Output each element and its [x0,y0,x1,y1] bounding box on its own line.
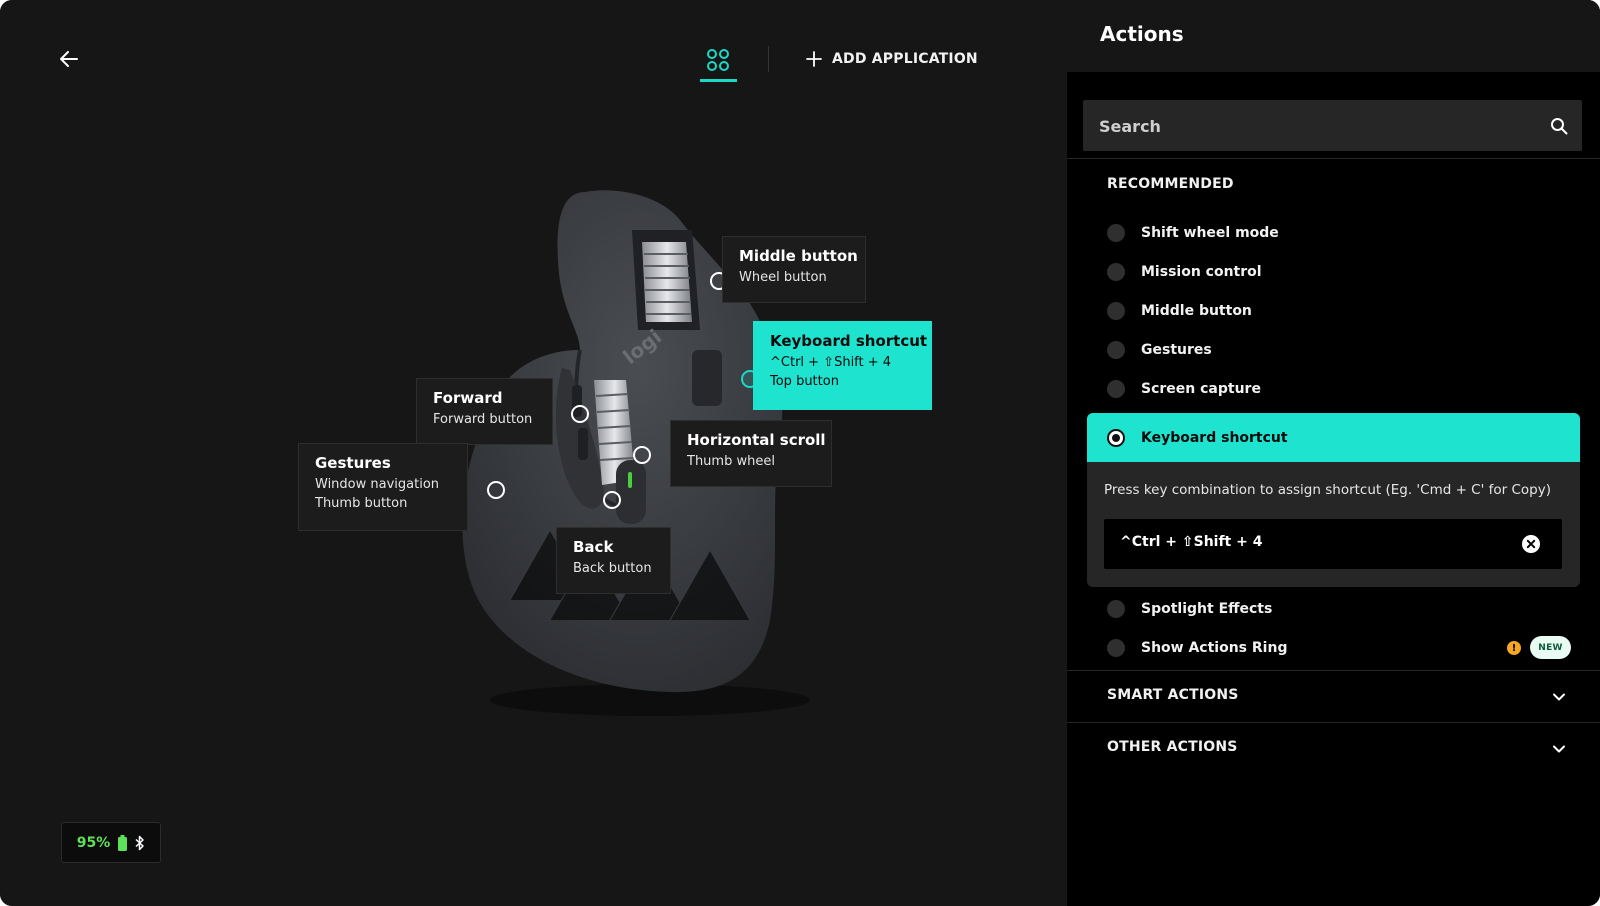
callout-subtitle: Thumb button [315,496,408,511]
device-area: ADD APPLICATION logi Middle button Wheel… [0,0,1067,906]
radio-button[interactable] [1107,341,1125,359]
callout-title: Back [573,538,614,556]
action-label: Keyboard shortcut [1141,429,1288,446]
toolbar-divider [768,46,769,72]
callout-title: Middle button [739,247,858,265]
chevron-down-icon [1553,745,1565,753]
apps-grid-icon[interactable] [706,48,730,72]
divider [1067,158,1600,159]
warning-icon: ! [1507,641,1521,655]
forward-button-hotspot[interactable] [571,405,589,423]
battery-status: 95% [61,822,161,863]
radio-button[interactable] [1107,302,1125,320]
callout-subtitle: Back button [573,561,652,576]
horizontal-scroll-callout[interactable]: Horizontal scroll Thumb wheel [670,420,832,487]
action-spotlight-effects[interactable]: Spotlight Effects [1107,595,1272,623]
radio-button[interactable] [1107,263,1125,281]
search-input[interactable] [1083,100,1541,153]
callout-subtitle: Forward button [433,412,533,427]
action-label: Shift wheel mode [1141,225,1279,241]
plus-icon [806,51,822,67]
action-shift-wheel-mode[interactable]: Shift wheel mode [1107,219,1279,247]
back-callout[interactable]: Back Back button [556,527,671,594]
action-label: Mission control [1141,264,1262,280]
callout-title: Horizontal scroll [687,431,826,449]
action-label: Gestures [1141,342,1212,358]
action-screen-capture[interactable]: Screen capture [1107,375,1261,403]
callout-title: Keyboard shortcut [770,332,928,350]
new-badge: NEW [1530,636,1571,659]
radio-button-selected[interactable] [1107,428,1125,447]
search-box [1083,100,1582,153]
action-label: Spotlight Effects [1141,601,1273,617]
smart-actions-section[interactable]: SMART ACTIONS [1067,671,1600,721]
clear-icon[interactable] [1522,535,1540,553]
callout-subtitle: Wheel button [739,270,827,285]
thumb-button-hotspot[interactable] [487,481,505,499]
app-window: ADD APPLICATION logi Middle button Wheel… [0,0,1600,906]
keyboard-shortcut-block: Keyboard shortcut Press key combination … [1087,413,1580,587]
other-actions-section[interactable]: OTHER ACTIONS [1067,723,1600,773]
callout-line: ^Ctrl + ⇧Shift + 4 [770,355,892,370]
add-application-button[interactable]: ADD APPLICATION [806,46,978,72]
battery-icon [118,834,128,851]
gestures-callout[interactable]: Gestures Window navigation Thumb button [298,443,468,531]
radio-button[interactable] [1107,600,1125,618]
action-mission-control[interactable]: Mission control [1107,258,1262,286]
actions-panel: Actions RECOMMENDED Shift wheel mode Mis… [1067,0,1600,906]
action-label: Middle button [1141,303,1252,319]
actions-panel-title: Actions [1100,22,1184,46]
action-show-actions-ring[interactable]: Show Actions Ring [1107,634,1287,662]
callout-line: Window navigation [315,477,440,492]
actions-panel-header: Actions [1067,0,1600,72]
callout-subtitle: Top button [770,374,839,389]
callout-subtitle: Thumb wheel [687,454,775,469]
battery-percent: 95% [76,834,111,851]
thumb-wheel-hotspot[interactable] [633,446,651,464]
back-arrow-icon[interactable] [56,46,82,72]
keyboard-shortcut-callout[interactable]: Keyboard shortcut ^Ctrl + ⇧Shift + 4 Top… [753,321,932,410]
back-button-hotspot[interactable] [603,491,621,509]
callout-title: Forward [433,389,503,407]
radio-button[interactable] [1107,380,1125,398]
recommended-title: RECOMMENDED [1107,176,1234,192]
radio-button[interactable] [1107,639,1125,657]
shortcut-hint: Press key combination to assign shortcut… [1104,482,1551,498]
action-keyboard-shortcut[interactable]: Keyboard shortcut [1087,413,1580,462]
action-label: Show Actions Ring [1141,640,1288,656]
shortcut-field[interactable]: ^Ctrl + ⇧Shift + 4 [1104,519,1562,569]
search-icon[interactable] [1550,117,1568,135]
action-gestures[interactable]: Gestures [1107,336,1212,364]
active-tab-underline [700,79,737,82]
forward-callout[interactable]: Forward Forward button [416,378,553,445]
action-label: Screen capture [1141,381,1261,397]
action-middle-button[interactable]: Middle button [1107,297,1252,325]
shortcut-value: ^Ctrl + ⇧Shift + 4 [1120,534,1263,550]
bluetooth-icon [135,835,144,850]
radio-button[interactable] [1107,224,1125,242]
middle-button-callout[interactable]: Middle button Wheel button [722,236,866,303]
callout-title: Gestures [315,454,391,472]
section-label: OTHER ACTIONS [1107,739,1238,755]
section-label: SMART ACTIONS [1107,687,1239,703]
chevron-down-icon [1553,693,1565,701]
add-application-label: ADD APPLICATION [832,51,978,67]
